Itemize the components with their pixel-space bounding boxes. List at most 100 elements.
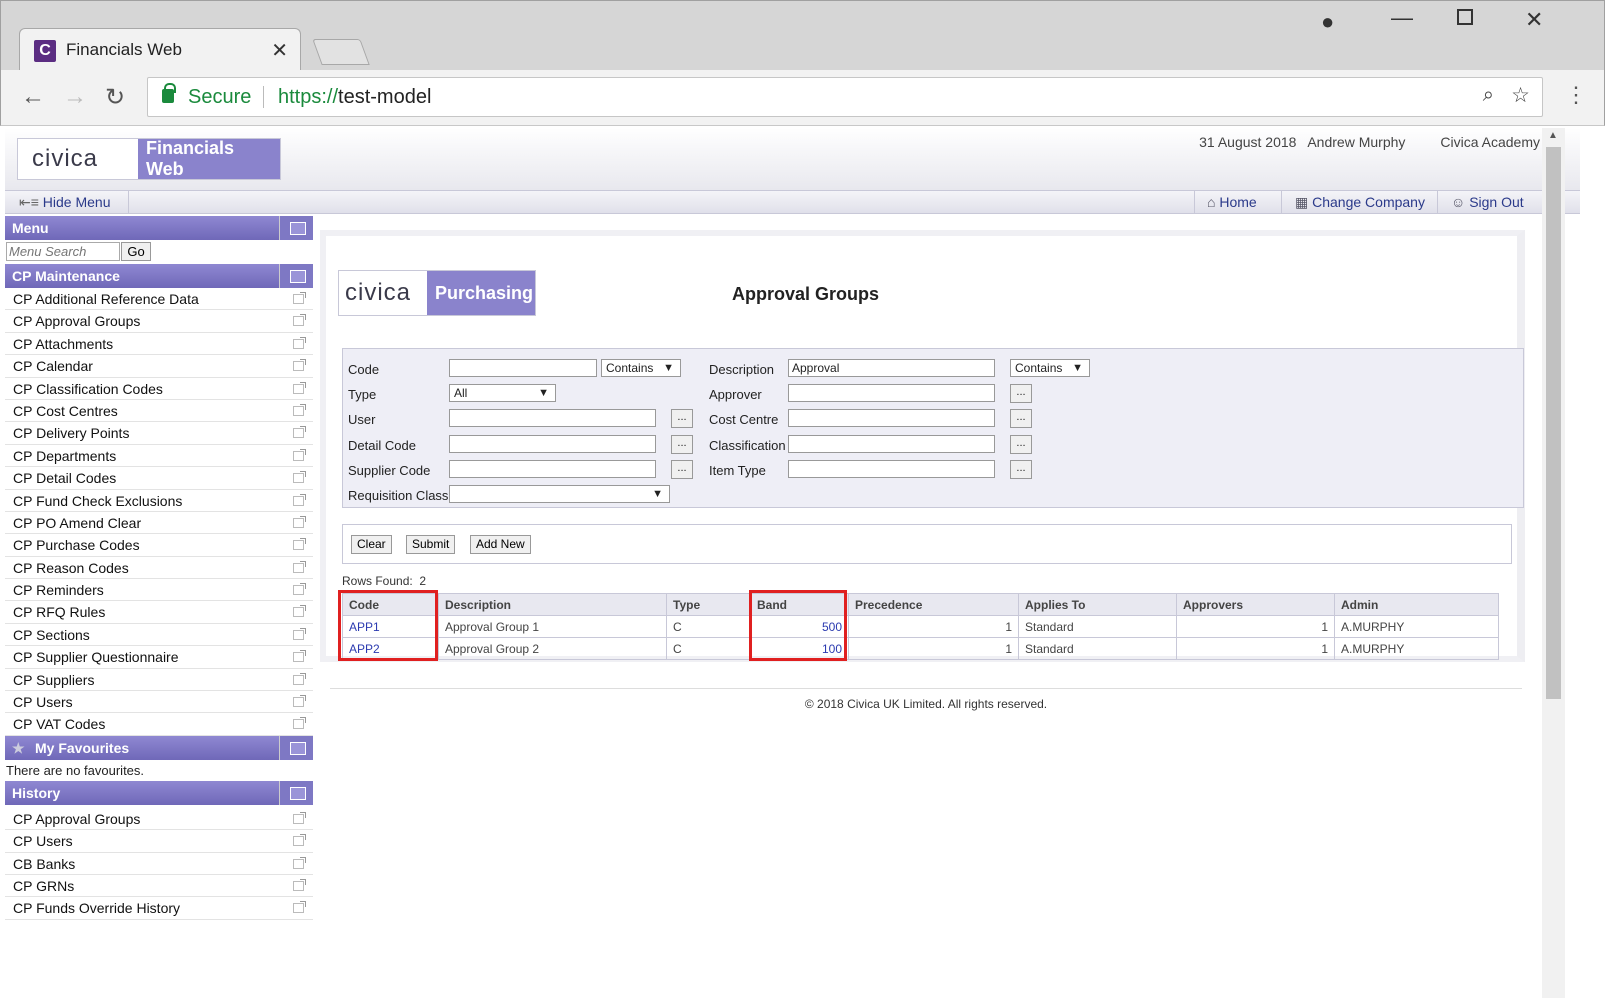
- sign-out-link[interactable]: ☺ Sign Out: [1451, 194, 1524, 210]
- history-popout-icon[interactable]: [279, 780, 313, 805]
- popout-icon[interactable]: [293, 426, 306, 439]
- popout-icon[interactable]: [293, 359, 306, 372]
- popout-icon[interactable]: [293, 381, 306, 394]
- column-header[interactable]: Precedence: [848, 593, 1019, 616]
- table-row[interactable]: APP2 Approval Group 2 C 100 1 Standard 1 A.MURP…: [342, 637, 1499, 660]
- column-header[interactable]: Type: [666, 593, 751, 616]
- popout-icon[interactable]: [293, 811, 306, 824]
- type-select[interactable]: All: [449, 384, 556, 402]
- popout-icon[interactable]: [293, 901, 306, 914]
- history-item[interactable]: CP GRNs: [5, 875, 313, 898]
- history-item[interactable]: CP Funds Override History: [5, 897, 313, 920]
- popout-icon[interactable]: [293, 583, 306, 596]
- table-row[interactable]: APP1 Approval Group 1 C 500 1 Standard 1 A.MURP…: [342, 615, 1499, 638]
- change-company-link[interactable]: ▦ Change Company: [1295, 194, 1425, 211]
- popout-icon[interactable]: [293, 627, 306, 640]
- sidebar-item[interactable]: CP Cost Centres: [5, 400, 313, 423]
- maximize-icon[interactable]: [1457, 9, 1473, 25]
- history-item[interactable]: CP Approval Groups: [5, 808, 313, 831]
- menu-search-go-button[interactable]: Go: [121, 242, 151, 261]
- sidebar-item[interactable]: CP Departments: [5, 445, 313, 468]
- popout-icon[interactable]: [293, 560, 306, 573]
- browser-tab[interactable]: C Financials Web ✕: [19, 28, 301, 72]
- url-text[interactable]: https://test-model: [278, 86, 431, 109]
- clear-button[interactable]: Clear: [351, 535, 392, 554]
- sidebar-item[interactable]: CP Reminders: [5, 579, 313, 602]
- sidebar-item[interactable]: CP Detail Codes: [5, 467, 313, 490]
- approver-input[interactable]: [788, 384, 995, 402]
- profile-icon[interactable]: ●: [1321, 9, 1334, 35]
- reload-icon[interactable]: ↻: [105, 83, 125, 112]
- supplier-code-lookup-button[interactable]: ...: [671, 460, 693, 479]
- popout-icon[interactable]: [293, 493, 306, 506]
- chrome-menu-icon[interactable]: ⋮: [1565, 82, 1587, 108]
- page-scrollbar[interactable]: ▲: [1542, 128, 1565, 998]
- close-window-icon[interactable]: ✕: [1525, 7, 1543, 33]
- popout-icon[interactable]: [293, 448, 306, 461]
- popout-icon[interactable]: [293, 538, 306, 551]
- hide-menu-button[interactable]: ⇤≡ Hide Menu: [19, 194, 111, 211]
- history-item[interactable]: CP Users: [5, 830, 313, 853]
- sidebar-item[interactable]: CP Attachments: [5, 333, 313, 356]
- sidebar-item[interactable]: CP Delivery Points: [5, 422, 313, 445]
- detail-code-lookup-button[interactable]: ...: [671, 435, 693, 454]
- sidebar-item[interactable]: CP Additional Reference Data: [5, 288, 313, 311]
- column-header[interactable]: Admin: [1334, 593, 1499, 616]
- code-mode-select[interactable]: Contains: [601, 359, 681, 377]
- history-item[interactable]: CB Banks: [5, 853, 313, 875]
- scrollbar-thumb[interactable]: [1546, 147, 1561, 699]
- sidebar-item[interactable]: CP Calendar: [5, 355, 313, 378]
- sidebar-item[interactable]: CP PO Amend Clear: [5, 512, 313, 535]
- column-header[interactable]: Applies To: [1018, 593, 1177, 616]
- popout-icon[interactable]: [293, 336, 306, 349]
- cost-centre-lookup-button[interactable]: ...: [1010, 409, 1032, 428]
- sidebar-item[interactable]: CP Purchase Codes: [5, 534, 313, 557]
- menu-search-input[interactable]: [6, 242, 120, 261]
- user-input[interactable]: [449, 409, 656, 427]
- popout-icon[interactable]: [293, 471, 306, 484]
- forward-icon[interactable]: →: [63, 83, 87, 111]
- scroll-up-icon[interactable]: ▲: [1548, 130, 1558, 141]
- sidebar-item[interactable]: CP Sections: [5, 624, 313, 647]
- section-popout-icon[interactable]: [279, 264, 313, 288]
- classification-lookup-button[interactable]: ...: [1010, 435, 1032, 454]
- new-tab-button[interactable]: [312, 39, 370, 65]
- popout-icon[interactable]: [293, 605, 306, 618]
- submit-button[interactable]: Submit: [406, 535, 456, 554]
- popout-icon[interactable]: [293, 878, 306, 891]
- code-input[interactable]: [449, 359, 597, 377]
- description-mode-select[interactable]: Contains: [1010, 359, 1090, 377]
- popout-icon[interactable]: [293, 856, 306, 869]
- approver-lookup-button[interactable]: ...: [1010, 384, 1032, 403]
- sidebar-item[interactable]: CP Users: [5, 691, 313, 714]
- popout-icon[interactable]: [293, 292, 306, 304]
- sidebar-item[interactable]: CP VAT Codes: [5, 713, 313, 736]
- item-type-input[interactable]: [788, 460, 995, 478]
- detail-code-input[interactable]: [449, 435, 656, 453]
- sidebar-item[interactable]: CP Fund Check Exclusions: [5, 490, 313, 512]
- popout-icon[interactable]: [293, 403, 306, 416]
- requisition-class-select[interactable]: [449, 485, 670, 503]
- bookmark-star-icon[interactable]: ☆: [1511, 83, 1530, 108]
- add-new-button[interactable]: Add New: [470, 535, 531, 554]
- classification-input[interactable]: [788, 435, 995, 453]
- sidebar-item[interactable]: CP Classification Codes: [5, 378, 313, 400]
- popout-icon[interactable]: [293, 672, 306, 685]
- zoom-icon[interactable]: ⌕: [1483, 84, 1494, 107]
- column-header[interactable]: Approvers: [1176, 593, 1335, 616]
- description-input[interactable]: Approval: [788, 359, 995, 377]
- popout-icon[interactable]: [293, 314, 306, 327]
- item-type-lookup-button[interactable]: ...: [1010, 460, 1032, 479]
- minimize-icon[interactable]: —: [1391, 5, 1413, 31]
- sidebar-item[interactable]: CP Approval Groups: [5, 310, 313, 333]
- tab-close-icon[interactable]: ✕: [271, 38, 288, 63]
- back-icon[interactable]: ←: [21, 83, 45, 111]
- sidebar-item[interactable]: CP Supplier Questionnaire: [5, 646, 313, 669]
- popout-icon[interactable]: [293, 834, 306, 847]
- popout-icon[interactable]: [293, 515, 306, 528]
- home-link[interactable]: ⌂ Home: [1207, 194, 1257, 210]
- popout-icon[interactable]: [293, 717, 306, 730]
- collapse-menu-icon[interactable]: [279, 216, 313, 240]
- user-lookup-button[interactable]: ...: [671, 409, 693, 428]
- sidebar-item[interactable]: CP Suppliers: [5, 669, 313, 692]
